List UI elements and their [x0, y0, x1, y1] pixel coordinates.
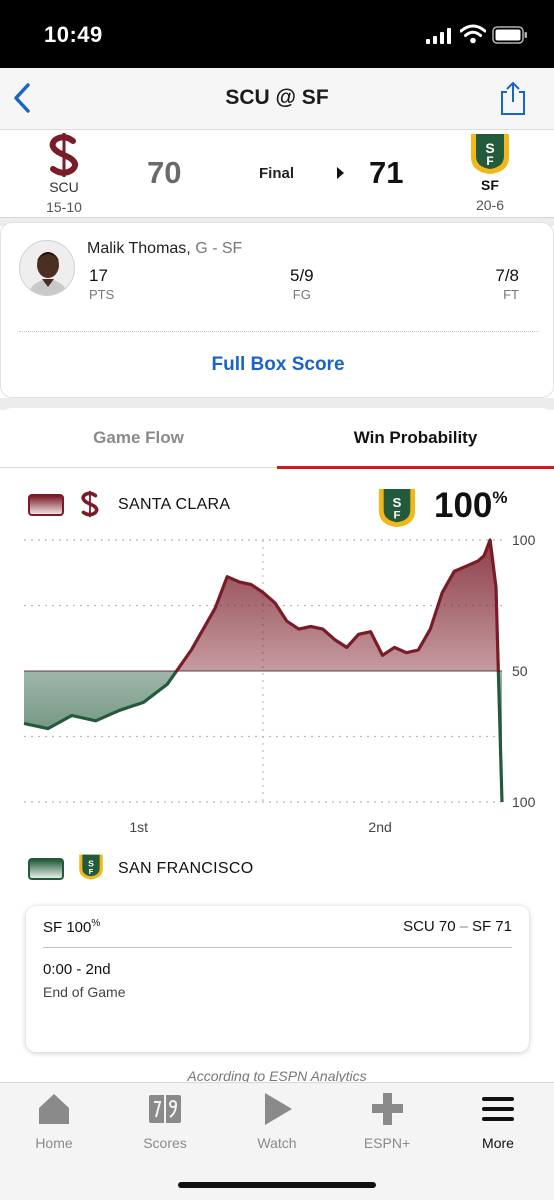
page-title: SCU @ SF: [225, 86, 329, 109]
santa-clara-area: [24, 540, 502, 672]
status-bar: 10:49: [0, 0, 554, 68]
tab-game-flow[interactable]: Game Flow: [0, 408, 277, 468]
home-record: 20-6: [475, 197, 505, 213]
player-name: Malik Thomas,: [87, 240, 191, 257]
y-axis-label: 100: [512, 794, 536, 810]
play-detail-card[interactable]: SF 100% SCU 70– SF 71 0:00 - 2nd End of G…: [26, 906, 529, 1052]
active-tab-indicator: [277, 466, 554, 469]
player-position: G - SF: [195, 240, 243, 257]
stat-fg: 5/9 FG: [290, 266, 314, 302]
status-time: 10:49: [44, 22, 103, 47]
cellular-signal-icon: [426, 28, 451, 44]
svg-text:F: F: [486, 154, 493, 168]
away-team[interactable]: SCU 15-10: [24, 133, 104, 215]
stat-value: 7/8: [495, 266, 519, 285]
santa-clara-name: SANTA CLARA: [118, 496, 231, 513]
plus-icon: [372, 1093, 403, 1125]
menu-icon: [482, 1097, 514, 1121]
full-box-score-link[interactable]: Full Box Score: [1, 354, 554, 376]
santa-clara-logo: [49, 133, 78, 177]
play-clock: 0:00 - 2nd: [43, 961, 111, 978]
winner-arrow-icon: [337, 167, 344, 179]
play-icon: [265, 1093, 292, 1125]
scores-icon: [149, 1095, 181, 1123]
player-avatar: [19, 240, 75, 296]
stat-value: 17: [89, 266, 108, 285]
win-probability-number: 100: [434, 486, 493, 525]
chart-tabs: Game Flow Win Probability: [0, 408, 554, 469]
wifi-icon: [460, 24, 486, 44]
san-francisco-logo: S F: [378, 488, 416, 528]
battery-icon: [492, 26, 527, 44]
svg-text:F: F: [394, 509, 401, 521]
tab-label: More: [482, 1135, 514, 1151]
tab-watch[interactable]: Watch: [237, 1091, 317, 1151]
san-francisco-name: SAN FRANCISCO: [118, 860, 254, 877]
away-score: 70: [147, 155, 182, 190]
share-icon[interactable]: [498, 80, 528, 116]
win-probability-chart[interactable]: 100 50 100 1st 2nd: [0, 530, 554, 840]
tab-win-probability[interactable]: Win Probability: [277, 408, 554, 469]
play-score: SCU 70– SF 71: [403, 918, 512, 935]
svg-text:S: S: [393, 495, 402, 510]
home-team[interactable]: S F SF 20-6: [450, 133, 530, 213]
svg-text:F: F: [89, 867, 94, 876]
play-leader-symbol: %: [91, 918, 101, 929]
play-home-score: SF 71: [471, 918, 512, 935]
y-axis-label: 100: [512, 532, 536, 548]
home-indicator: [178, 1182, 376, 1188]
stat-ft: 7/8 FT: [481, 266, 519, 302]
stat-pts: 17 PTS: [89, 266, 114, 302]
tab-home[interactable]: Home: [14, 1091, 94, 1151]
play-divider: [43, 947, 512, 948]
stat-label: FT: [503, 287, 519, 302]
tab-label: ESPN+: [363, 1135, 411, 1151]
away-record: 15-10: [46, 199, 82, 215]
tab-more[interactable]: More: [458, 1091, 538, 1151]
tab-label: Watch: [257, 1135, 297, 1151]
play-away-score: SCU 70: [403, 918, 456, 935]
tab-label: Win Probability: [353, 428, 478, 447]
tab-label: Scores: [143, 1135, 187, 1151]
away-abbr: SCU: [49, 179, 79, 195]
san-francisco-logo: S F: [471, 134, 509, 174]
home-score: 71: [369, 155, 404, 190]
home-icon: [39, 1094, 69, 1124]
dotted-divider: [19, 331, 539, 332]
nav-bar: SCU @ SF: [0, 68, 554, 130]
y-axis-label: 50: [512, 663, 528, 679]
stat-value: 5/9: [290, 266, 314, 285]
play-leader-text: SF 100: [43, 919, 92, 936]
play-description: End of Game: [43, 984, 126, 1000]
score-separator: –: [459, 918, 468, 935]
play-leader: SF 100%: [43, 918, 100, 936]
stat-label: PTS: [89, 287, 115, 302]
san-francisco-swatch: [28, 858, 64, 880]
santa-clara-swatch: [28, 494, 64, 516]
top-player-card[interactable]: Malik Thomas, G - SF 17 PTS 5/9 FG 7/8 F…: [0, 222, 554, 398]
win-probability-value: 100%: [434, 486, 508, 526]
legend-san-francisco: S F SAN FRANCISCO: [0, 848, 554, 888]
game-status: Final: [259, 165, 295, 182]
santa-clara-logo: [81, 490, 99, 518]
percent-symbol: %: [492, 488, 508, 507]
x-axis-label: 1st: [129, 819, 148, 835]
scoreboard[interactable]: SCU 15-10 70 Final 71 S F SF 20-6: [0, 131, 554, 218]
x-axis-label: 2nd: [368, 819, 391, 835]
tab-scores[interactable]: Scores: [125, 1091, 205, 1151]
tab-label: Home: [35, 1135, 73, 1151]
tab-espn-plus[interactable]: ESPN+: [347, 1091, 427, 1151]
player-name-line: Malik Thomas, G - SF: [87, 240, 242, 258]
home-abbr: SF: [481, 177, 499, 193]
stat-label: FG: [292, 287, 311, 302]
san-francisco-logo: S F: [79, 854, 103, 880]
